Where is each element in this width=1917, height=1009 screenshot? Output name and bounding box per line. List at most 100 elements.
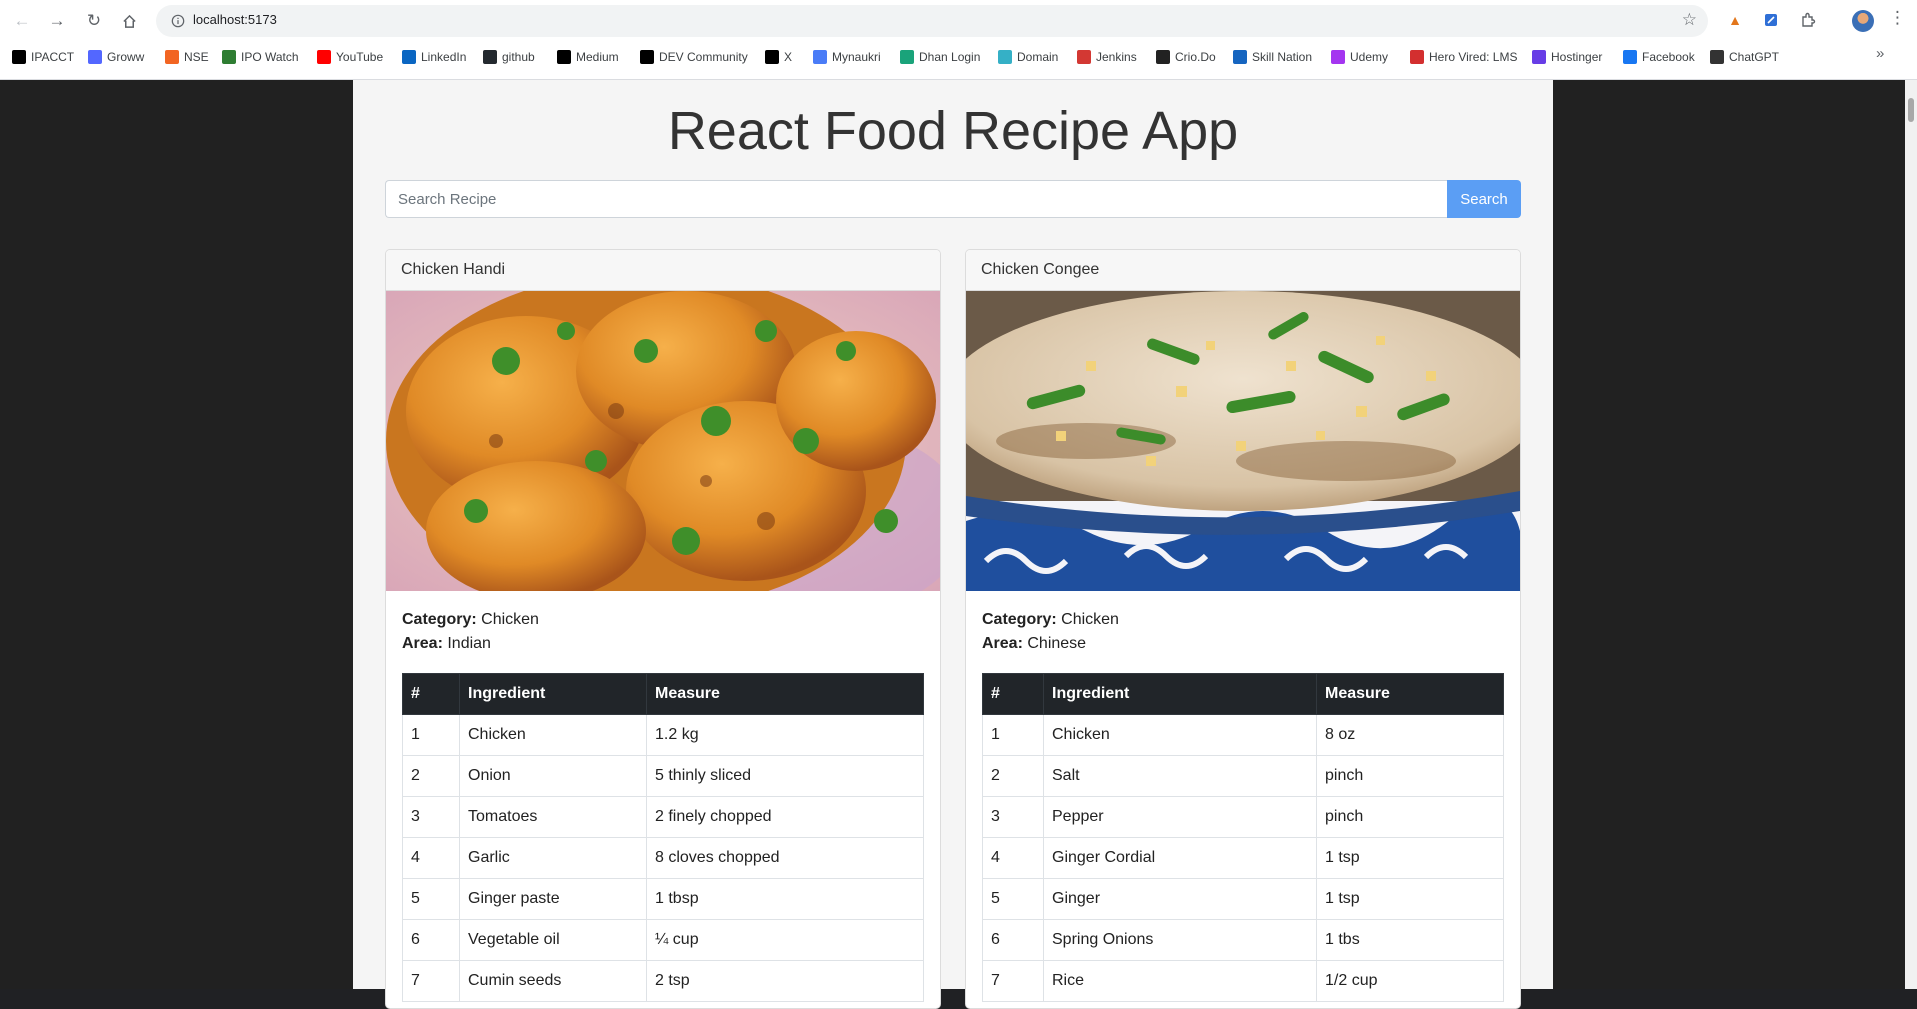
x-icon	[765, 50, 779, 64]
bookmark-label: Hostinger	[1551, 50, 1603, 64]
bookmark-label: X	[784, 50, 793, 64]
extensions-puzzle-icon[interactable]	[1798, 10, 1818, 30]
recipe-card: Chicken Congee Category: Chicken Area: C…	[965, 249, 1521, 1009]
bookmark-jenkins[interactable]: Jenkins	[1077, 45, 1137, 69]
back-icon[interactable]: ←	[8, 7, 36, 35]
app-title: React Food Recipe App	[667, 101, 1239, 161]
bookmark-ipo-watch[interactable]: IPO Watch	[222, 45, 299, 69]
facebook-icon	[1623, 50, 1637, 64]
bookmark-star-icon[interactable]: ☆	[1682, 10, 1697, 30]
browser-menu-icon[interactable]: ⋮	[1889, 8, 1906, 28]
extension-icon[interactable]	[1761, 10, 1781, 30]
bookmark-mynaukri[interactable]: Mynaukri	[813, 45, 881, 69]
scrollbar-thumb[interactable]	[1908, 98, 1914, 122]
bookmark-udemy[interactable]: Udemy	[1331, 45, 1388, 69]
bookmark-x[interactable]: X	[765, 45, 792, 69]
bookmark-facebook[interactable]: Facebook	[1623, 45, 1695, 69]
bookmark-domain[interactable]: Domain	[998, 45, 1058, 69]
chatgpt-icon	[1710, 50, 1724, 64]
bookmark-label: LinkedIn	[421, 50, 467, 64]
recipe-card: Chicken Handi Category: Chicken Area: In…	[385, 249, 941, 1009]
metamask-extension-icon[interactable]: ▲	[1725, 10, 1745, 30]
bookmark-groww[interactable]: Groww	[88, 45, 144, 69]
medium-icon	[557, 50, 571, 64]
bookmark-hero-vired-lms[interactable]: Hero Vired: LMS	[1410, 45, 1517, 69]
bookmarks-overflow-icon[interactable]: »	[1876, 45, 1884, 62]
table-row: 7 Rice 1/2 cup	[982, 960, 1504, 1002]
bookmark-label: NSE	[184, 50, 209, 64]
ingredients-table: # Ingredient Measure 1 Chicken 1.2 kg 2 Oni…	[402, 673, 924, 1002]
column-header-ingredient: Ingredient	[1043, 673, 1317, 715]
column-header-measure: Measure	[646, 673, 924, 715]
bookmark-nse[interactable]: NSE	[165, 45, 209, 69]
measure-cell: pinch	[1316, 755, 1504, 797]
table-row: 4 Ginger Cordial 1 tsp	[982, 837, 1504, 879]
column-header-ingredient: Ingredient	[459, 673, 647, 715]
bookmark-crio-do[interactable]: Crio.Do	[1156, 45, 1216, 69]
ingredient-cell: Ginger	[1043, 878, 1317, 920]
linkedin-icon	[402, 50, 416, 64]
bookmark-label: Jenkins	[1096, 50, 1137, 64]
crio-icon	[1156, 50, 1170, 64]
table-row: 3 Tomatoes 2 finely chopped	[402, 796, 924, 838]
reload-icon[interactable]: ↻	[80, 7, 108, 35]
bookmark-dhan-login[interactable]: Dhan Login	[900, 45, 980, 69]
recipe-title: Chicken Handi	[386, 250, 940, 291]
bookmark-chatgpt[interactable]: ChatGPT	[1710, 45, 1779, 69]
bookmark-medium[interactable]: Medium	[557, 45, 619, 69]
bookmark-label: YouTube	[336, 50, 384, 64]
bookmark-youtube[interactable]: YouTube	[317, 45, 383, 69]
search-button[interactable]: Search	[1447, 180, 1521, 218]
dev-icon	[640, 50, 654, 64]
bookmark-dev-community[interactable]: DEV Community	[640, 45, 748, 69]
recipe-area: Area: Indian	[402, 632, 924, 656]
category-value: Chicken	[481, 611, 539, 628]
bookmark-github[interactable]: github	[483, 45, 535, 69]
measure-cell: ¼ cup	[646, 919, 924, 961]
measure-cell: pinch	[1316, 796, 1504, 838]
table-row: 7 Cumin seeds 2 tsp	[402, 960, 924, 1002]
table-header-row: # Ingredient Measure	[402, 673, 924, 715]
bookmark-label: Dhan Login	[919, 50, 981, 64]
table-row: 2 Onion 5 thinly sliced	[402, 755, 924, 797]
ingredient-cell: Onion	[459, 755, 647, 797]
measure-cell: 1/2 cup	[1316, 960, 1504, 1002]
row-number: 5	[982, 878, 1044, 920]
table-row: 6 Spring Onions 1 tbs	[982, 919, 1504, 961]
ingredient-cell: Chicken	[1043, 714, 1317, 756]
bookmark-hostinger[interactable]: Hostinger	[1532, 45, 1602, 69]
site-info-icon[interactable]	[168, 11, 188, 31]
ingredient-cell: Chicken	[459, 714, 647, 756]
recipe-area: Area: Chinese	[982, 632, 1504, 656]
ingredient-cell: Vegetable oil	[459, 919, 647, 961]
ingredients-table: # Ingredient Measure 1 Chicken 8 oz 2 Salt p…	[982, 673, 1504, 1002]
forward-icon[interactable]: →	[43, 7, 71, 35]
search-bar: Search	[385, 180, 1521, 218]
category-label: Category:	[402, 611, 477, 628]
profile-avatar[interactable]	[1852, 10, 1874, 32]
table-row: 1 Chicken 1.2 kg	[402, 714, 924, 756]
bookmark-label: ChatGPT	[1729, 50, 1780, 64]
row-number: 2	[982, 755, 1044, 797]
table-row: 2 Salt pinch	[982, 755, 1504, 797]
ingredient-cell: Rice	[1043, 960, 1317, 1002]
row-number: 7	[402, 960, 460, 1002]
page-scrollbar[interactable]	[1905, 80, 1917, 989]
navigation-row: ← → ↻ localhost:5173 ☆ ▲ ⋮	[0, 0, 1917, 42]
category-label: Category:	[982, 611, 1057, 628]
address-bar[interactable]: localhost:5173 ☆	[156, 5, 1708, 37]
bookmark-linkedin[interactable]: LinkedIn	[402, 45, 466, 69]
table-row: 5 Ginger paste 1 tbsp	[402, 878, 924, 920]
mynaukri-icon	[813, 50, 827, 64]
search-input[interactable]	[385, 180, 1447, 218]
home-icon[interactable]	[115, 7, 143, 35]
ingredient-cell: Garlic	[459, 837, 647, 879]
ingredient-cell: Salt	[1043, 755, 1317, 797]
bookmark-ipacct[interactable]: IPACCT	[12, 45, 74, 69]
ingredient-cell: Spring Onions	[1043, 919, 1317, 961]
bookmark-skill-nation[interactable]: Skill Nation	[1233, 45, 1312, 69]
ipo-watch-icon	[222, 50, 236, 64]
hero-vired-icon	[1410, 50, 1424, 64]
area-label: Area:	[982, 635, 1023, 652]
table-row: 6 Vegetable oil ¼ cup	[402, 919, 924, 961]
